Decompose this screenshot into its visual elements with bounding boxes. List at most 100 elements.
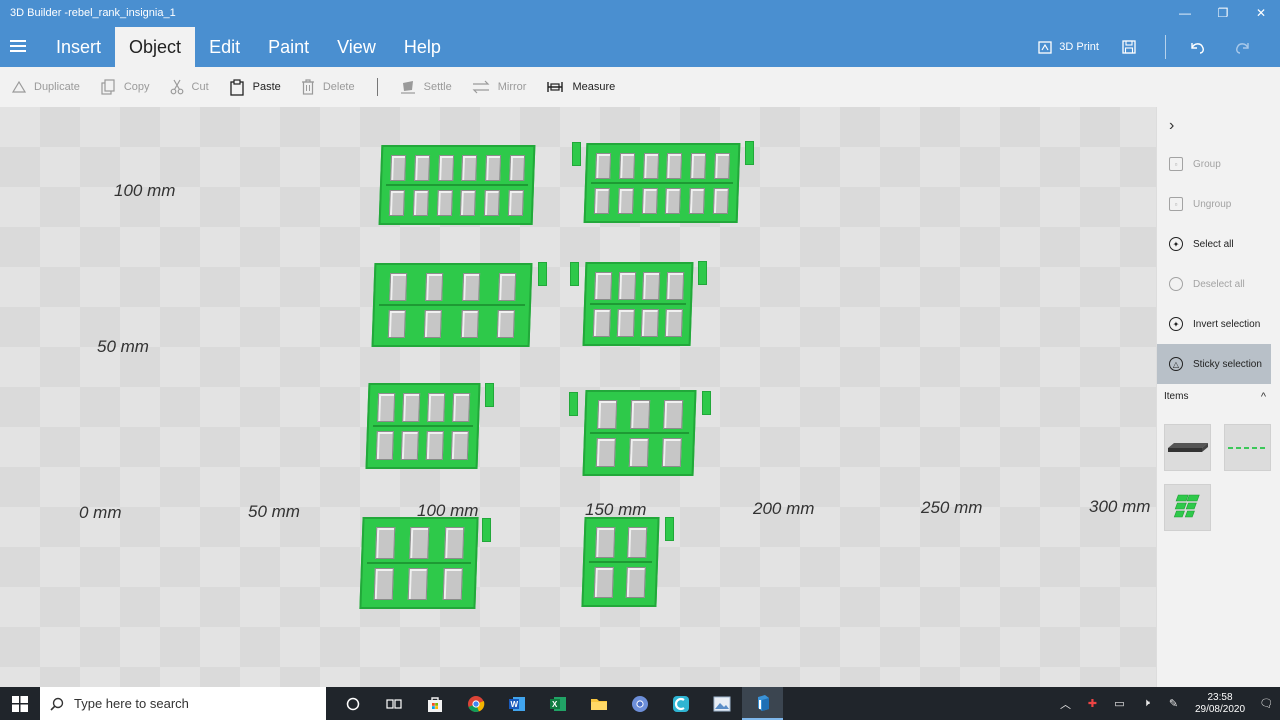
item-thumbnail-1[interactable] xyxy=(1164,424,1211,471)
main-menu: Insert Object Edit Paint View Help xyxy=(42,27,455,67)
menu-paint[interactable]: Paint xyxy=(254,27,323,67)
close-button[interactable]: ✕ xyxy=(1242,0,1280,26)
sticky-selection-label: Sticky selection xyxy=(1193,358,1262,370)
invert-selection-button[interactable]: ✦ Invert selection xyxy=(1157,304,1271,344)
ruler-label-x-300: 300 mm xyxy=(1089,497,1151,516)
redo-button[interactable] xyxy=(1234,39,1258,55)
insignia-clip-tab[interactable] xyxy=(745,141,754,165)
cut-button[interactable]: Cut xyxy=(170,79,209,95)
insignia-plate[interactable] xyxy=(582,262,694,346)
rank-pip xyxy=(389,189,406,216)
rank-pip xyxy=(452,392,471,422)
insignia-clip-tab[interactable] xyxy=(569,392,578,416)
copy-button[interactable]: Copy xyxy=(100,79,150,95)
insignia-plate[interactable] xyxy=(365,383,481,469)
rank-pip xyxy=(628,437,649,467)
insignia-clip-tab[interactable] xyxy=(482,518,491,542)
deselect-all-button[interactable]: Deselect all xyxy=(1157,264,1271,304)
rank-pip xyxy=(666,152,683,179)
rank-pip xyxy=(409,526,430,559)
notifications-icon[interactable]: 🗨 xyxy=(1253,697,1280,710)
trash-icon xyxy=(301,79,314,95)
pen-icon[interactable]: ✎ xyxy=(1160,697,1187,710)
rank-pip xyxy=(665,271,684,300)
menu-help[interactable]: Help xyxy=(390,27,455,67)
3d-builder-app-button[interactable] xyxy=(742,687,783,720)
maximize-button[interactable]: ❐ xyxy=(1204,0,1242,26)
start-button[interactable] xyxy=(0,687,40,720)
right-tools: 3D Print xyxy=(1037,30,1280,64)
antivirus-tray-icon[interactable]: ✚ xyxy=(1079,697,1106,710)
undo-button[interactable] xyxy=(1188,39,1212,55)
mirror-button[interactable]: Mirror xyxy=(472,80,526,94)
battery-icon[interactable]: ▭ xyxy=(1106,697,1133,710)
taskbar-search-box[interactable]: Type here to search xyxy=(40,687,326,720)
rank-pip xyxy=(626,526,647,558)
system-tray: ︿ ✚ ▭ 🕨 ✎ 23:58 29/08/2020 🗨 xyxy=(1052,687,1280,720)
rank-pip xyxy=(460,189,477,216)
paste-button[interactable]: Paste xyxy=(229,78,281,96)
volume-muted-icon[interactable]: 🕨 xyxy=(1133,697,1160,710)
minimize-button[interactable]: — xyxy=(1166,0,1204,26)
insignia-clip-tab[interactable] xyxy=(665,517,674,541)
measure-button[interactable]: Measure xyxy=(546,80,615,94)
duplicate-button[interactable]: Duplicate xyxy=(12,80,80,94)
redo-icon xyxy=(1236,43,1249,54)
menu-view[interactable]: View xyxy=(323,27,390,67)
menu-edit[interactable]: Edit xyxy=(195,27,254,67)
file-explorer-button[interactable] xyxy=(578,687,619,720)
sticky-selection-toggle[interactable]: △ Sticky selection xyxy=(1157,344,1271,384)
show-hidden-icons-chevron-icon[interactable]: ︿ xyxy=(1052,696,1079,712)
insignia-plate[interactable] xyxy=(583,143,741,223)
item-thumbnail-3[interactable] xyxy=(1164,484,1211,531)
task-view-button[interactable] xyxy=(373,687,414,720)
insignia-plate[interactable] xyxy=(378,145,536,225)
delete-button[interactable]: Delete xyxy=(301,79,355,95)
rank-pip xyxy=(444,526,465,559)
rank-pip xyxy=(593,271,612,300)
insignia-plate[interactable] xyxy=(582,390,697,476)
3d-viewport[interactable]: 100 mm 50 mm 0 mm 50 mm 100 mm 150 mm 20… xyxy=(0,107,1156,687)
insignia-clip-tab[interactable] xyxy=(702,391,711,415)
rank-pip xyxy=(597,399,618,429)
ungroup-button[interactable]: ▫ Ungroup xyxy=(1157,184,1271,224)
taskbar-clock[interactable]: 23:58 29/08/2020 xyxy=(1187,692,1253,716)
chromium-app-button[interactable] xyxy=(619,687,660,720)
rank-pip xyxy=(373,567,394,600)
insignia-clip-tab[interactable] xyxy=(698,261,707,285)
store-app-button[interactable] xyxy=(414,687,455,720)
menu-insert[interactable]: Insert xyxy=(42,27,115,67)
deselect-all-label: Deselect all xyxy=(1193,278,1245,290)
group-button[interactable]: ▫ Group xyxy=(1157,144,1271,184)
insignia-plate[interactable] xyxy=(359,517,479,609)
insignia-clip-tab[interactable] xyxy=(572,142,581,166)
insignia-clip-tab[interactable] xyxy=(485,383,494,407)
ruler-label-x-200: 200 mm xyxy=(753,499,815,518)
photos-app-button[interactable] xyxy=(701,687,742,720)
hamburger-menu-icon[interactable] xyxy=(10,40,26,54)
insignia-clip-tab[interactable] xyxy=(570,262,579,286)
items-collapse-chevron-icon[interactable]: ^ xyxy=(1261,391,1266,403)
ungroup-label: Ungroup xyxy=(1193,198,1232,210)
delete-label: Delete xyxy=(322,81,355,93)
deselect-all-icon xyxy=(1169,277,1183,291)
excel-app-button[interactable]: X xyxy=(537,687,578,720)
settle-button[interactable]: Settle xyxy=(400,80,452,94)
save-button[interactable] xyxy=(1121,39,1143,55)
title-bar: 3D Builder -rebel_rank_insignia_1 — ❐ ✕ … xyxy=(0,0,1280,67)
item-thumbnail-2[interactable] xyxy=(1224,424,1271,471)
chrome-app-button[interactable] xyxy=(455,687,496,720)
word-app-button[interactable]: W xyxy=(496,687,537,720)
insignia-clip-tab[interactable] xyxy=(538,262,547,286)
cortex-app-button[interactable] xyxy=(660,687,701,720)
insignia-plate[interactable] xyxy=(581,517,660,607)
select-all-button[interactable]: ✦ Select all xyxy=(1157,224,1271,264)
cortana-button[interactable] xyxy=(332,687,373,720)
insignia-plate[interactable] xyxy=(371,263,533,347)
rank-pip xyxy=(640,308,659,337)
rank-pip xyxy=(616,308,635,337)
3d-print-button[interactable]: 3D Print xyxy=(1037,39,1099,55)
menu-object[interactable]: Object xyxy=(115,27,196,67)
copy-label: Copy xyxy=(123,81,150,93)
panel-expand-chevron-icon[interactable]: › xyxy=(1169,117,1174,135)
